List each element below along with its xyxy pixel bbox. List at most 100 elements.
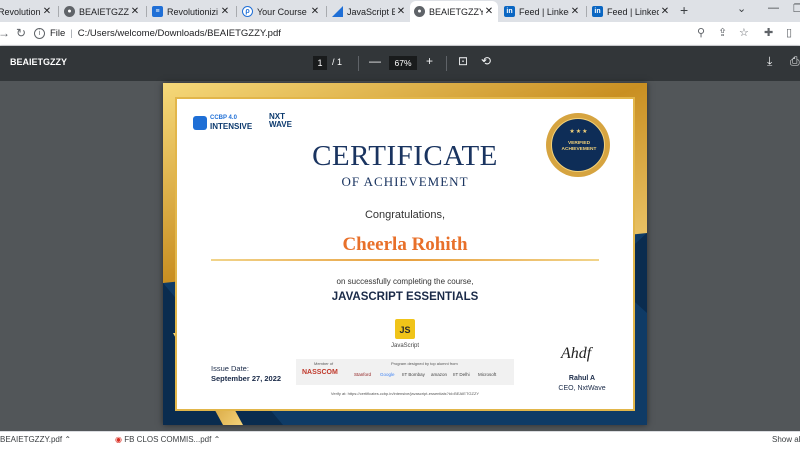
info-icon[interactable]: i (34, 28, 45, 39)
zoom-input[interactable]: 67% (389, 56, 417, 70)
download-item[interactable]: ◉ FB CLOS COMMIS...pdf ⌃ (115, 435, 220, 444)
rotate-icon[interactable]: ⟲ (481, 54, 491, 68)
ccbp-logo-line1: CCBP 4.0 (210, 115, 237, 121)
nxtwave-logo: NXT WAVE (269, 113, 292, 129)
tab-title: Your Course C (257, 6, 309, 17)
issue-date: September 27, 2022 (211, 374, 282, 383)
zoom-icon[interactable]: ⚲ (697, 26, 705, 39)
pdf-toolbar: BEAIETGZZY 1 / 1 — 67% + ⊡ ⟲ ⤓ ⎙ (0, 46, 800, 81)
download-icon[interactable]: ⤓ (767, 54, 772, 69)
completion-text: on successfully completing the course, (336, 277, 474, 286)
ccbp-logo-line2: INTENSIVE (210, 122, 253, 131)
address-text[interactable]: C:/Users/welcome/Downloads/BEAIETGZZY.pd… (78, 28, 281, 39)
tab-beaietgzzy-active[interactable]: ● BEAIETGZZY ✕ (410, 1, 498, 22)
tab-title: Revolutionizi (0, 6, 41, 17)
address-bar: → ↻ i File | C:/Users/welcome/Downloads/… (0, 22, 800, 46)
close-icon[interactable]: ✕ (129, 6, 141, 17)
zoom-out-icon[interactable]: — (369, 54, 381, 68)
scheme-label: File (50, 28, 66, 39)
nxtwave-logo-line2: WAVE (269, 120, 292, 129)
close-icon[interactable]: ✕ (309, 6, 321, 17)
certificate-subtitle: OF ACHIEVEMENT (341, 174, 469, 189)
download-item[interactable]: BEAIETGZZY.pdf ⌃ (0, 435, 71, 444)
close-icon[interactable]: ✕ (41, 6, 53, 17)
close-icon[interactable]: ✕ (395, 6, 407, 17)
issue-date-label: Issue Date: (211, 364, 249, 373)
ccbp-logo-mark (193, 116, 207, 130)
omnibox[interactable]: i File | C:/Users/welcome/Downloads/BEAI… (34, 24, 724, 43)
linkedin-icon: in (504, 6, 515, 17)
javascript-logo-icon: JS (395, 319, 415, 339)
page-number-input[interactable]: 1 (313, 56, 327, 70)
pdf-page: CCBP 4.0 INTENSIVE NXT WAVE ★★★ VERIFIED… (163, 83, 647, 425)
download-shelf: BEAIETGZZY.pdf ⌃ ◉ FB CLOS COMMIS...pdf … (0, 431, 800, 449)
extensions-icon[interactable]: ✚ (764, 26, 773, 39)
globe-icon: ● (64, 6, 75, 17)
partner-logo: IIT Delhi (453, 372, 470, 377)
tab-beaietgzzy-1[interactable]: ● BEAIETGZZY ✕ (60, 1, 144, 22)
congrats-text: Congratulations, (364, 209, 446, 221)
bookmark-star-icon[interactable]: ☆ (739, 26, 749, 39)
tab-search-icon[interactable]: ⌄ (737, 2, 746, 15)
course-name: JAVASCRIPT ESSENTIALS (331, 291, 479, 303)
pdf-icon: ◉ (115, 435, 125, 444)
close-icon[interactable]: ✕ (483, 6, 495, 17)
tab-title: BEAIETGZZY (429, 6, 483, 17)
reload-icon[interactable]: ↻ (16, 26, 26, 40)
tab-title: Feed | Linked (519, 6, 569, 17)
close-icon[interactable]: ✕ (569, 6, 581, 17)
partner-logo: IIT Bombay (402, 372, 425, 377)
divider (358, 56, 359, 71)
partner-logo: Microsoft (478, 372, 497, 377)
favicon-icon: ρ (242, 6, 253, 17)
close-icon[interactable]: ✕ (219, 6, 231, 17)
minimize-icon[interactable]: — (768, 2, 779, 14)
recipient-name: Cheerla Rohith (342, 234, 468, 255)
signature: Ahdf (561, 345, 592, 362)
member-label: Member of (314, 361, 334, 366)
tab-javascript-essentials[interactable]: JavaScript Ess ✕ (328, 1, 410, 22)
side-panel-icon[interactable]: ▯ (786, 26, 792, 39)
linkedin-icon: in (592, 6, 603, 17)
tab-linkedin-2[interactable]: in Feed | Linked ✕ (588, 1, 674, 22)
globe-icon: ● (414, 6, 425, 17)
partner-logo: amazon (431, 372, 448, 377)
tab-your-course[interactable]: ρ Your Course C ✕ (238, 1, 324, 22)
partner-logo: Stanford (354, 372, 372, 377)
download-filename: BEAIETGZZY.pdf (0, 435, 63, 444)
separator: | (70, 28, 73, 39)
partner-strip: Member of NASSCOM Program designed by to… (296, 359, 514, 385)
favicon-icon (332, 6, 343, 17)
nasscom-logo: NASSCOM (302, 369, 338, 376)
page-total: / 1 (332, 57, 343, 67)
tab-title: Revolutionizi (167, 6, 219, 17)
tab-title: BEAIETGZZY (79, 6, 129, 17)
name-underline (211, 259, 599, 261)
print-icon[interactable]: ⎙ (790, 54, 800, 69)
certificate-title: CERTIFICATE (312, 140, 498, 172)
tab-title: Feed | Linked (607, 6, 659, 17)
zoom-in-icon[interactable]: + (426, 54, 433, 68)
designed-label: Program designed by top alumni from (391, 361, 458, 366)
tab-linkedin-1[interactable]: in Feed | Linked ✕ (500, 1, 584, 22)
tab-revolutionizi-2[interactable]: ≡ Revolutionizi ✕ (148, 1, 234, 22)
show-all-button[interactable]: Show all (772, 435, 800, 444)
download-filename: FB CLOS COMMIS...pdf (124, 435, 212, 444)
ccbp-logo: CCBP 4.0 INTENSIVE (193, 115, 252, 131)
new-tab-button[interactable]: + (680, 2, 688, 18)
favicon-icon: ≡ (152, 6, 163, 17)
tab-strip: Revolutionizi ✕ ● BEAIETGZZY ✕ ≡ Revolut… (0, 0, 800, 22)
chevron-down-icon[interactable]: ⌃ (214, 435, 221, 444)
partner-logo: Google (380, 372, 395, 377)
chevron-down-icon[interactable]: ⌃ (64, 435, 71, 444)
signer-title: CEO, NxtWave (558, 385, 606, 392)
divider (446, 56, 447, 71)
close-icon[interactable]: ✕ (659, 6, 671, 17)
fit-page-icon[interactable]: ⊡ (458, 54, 468, 68)
maximize-icon[interactable]: ❐ (793, 2, 800, 15)
share-icon[interactable]: ⇪ (718, 26, 727, 39)
signer-name: Rahul A (568, 375, 596, 382)
pdf-title: BEAIETGZZY (10, 57, 68, 67)
tab-revolutionizi-1[interactable]: Revolutionizi ✕ (0, 1, 56, 22)
forward-icon[interactable]: → (0, 26, 10, 40)
